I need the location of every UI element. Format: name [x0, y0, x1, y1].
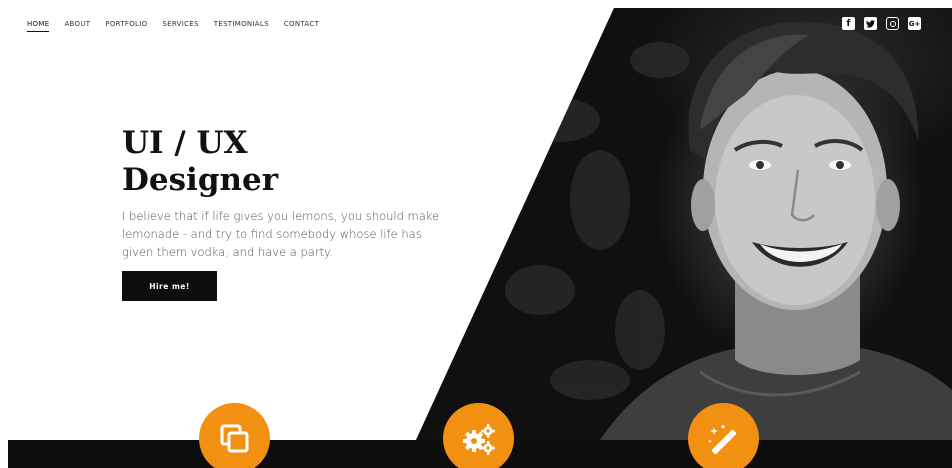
feature-magic[interactable] — [688, 403, 759, 468]
twitter-icon[interactable] — [864, 17, 877, 30]
nav-item-testimonials[interactable]: TESTIMONIALS — [214, 20, 269, 32]
twitter-bird-glyph — [866, 19, 875, 28]
nav-item-contact[interactable]: CONTACT — [284, 20, 319, 32]
copy-icon — [220, 424, 248, 452]
googleplus-glyph: G+ — [908, 19, 921, 28]
magic-wand-icon — [707, 423, 736, 454]
hero-title-line-1: UI / UX — [122, 125, 248, 161]
hero-description: I believe that if life gives you lemons,… — [122, 209, 440, 259]
page: HOME ABOUT PORTFOLIO SERVICES TESTIMONIA… — [0, 0, 952, 468]
hire-me-button[interactable]: Hire me! — [122, 271, 217, 301]
facebook-icon[interactable]: f — [842, 17, 855, 30]
feature-settings[interactable] — [443, 403, 514, 468]
googleplus-icon[interactable]: G+ — [908, 17, 921, 30]
nav-item-home[interactable]: HOME — [27, 20, 50, 32]
gears-icon — [462, 423, 495, 455]
facebook-glyph: f — [846, 18, 851, 29]
social-links: f G+ — [842, 17, 921, 30]
nav-item-about[interactable]: ABOUT — [64, 20, 90, 32]
nav-item-portfolio[interactable]: PORTFOLIO — [105, 20, 147, 32]
main-nav: HOME ABOUT PORTFOLIO SERVICES TESTIMONIA… — [27, 20, 334, 32]
hero-title-line-2: Designer — [122, 162, 279, 198]
hero-title: UI / UX Designer — [122, 125, 382, 199]
instagram-icon[interactable] — [886, 17, 899, 30]
nav-item-services[interactable]: SERVICES — [162, 20, 198, 32]
feature-copy[interactable] — [199, 403, 270, 468]
